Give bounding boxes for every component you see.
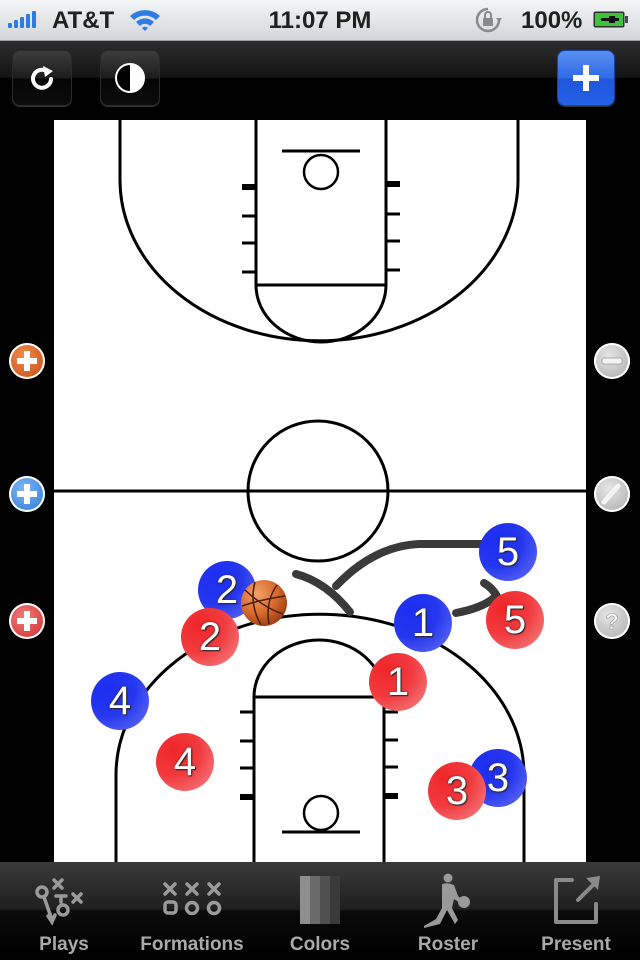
minus-icon <box>601 357 623 365</box>
player-marker-red[interactable]: 4 <box>156 733 214 791</box>
colors-icon <box>300 876 340 924</box>
wifi-icon <box>130 10 160 31</box>
add-button[interactable] <box>557 50 615 106</box>
add-ball-button[interactable] <box>9 343 45 379</box>
basketball-icon[interactable] <box>239 578 289 628</box>
present-icon <box>554 876 600 924</box>
question-icon: ? <box>605 609 619 635</box>
player-number: 2 <box>215 567 239 612</box>
screen-path-1[interactable] <box>332 540 488 590</box>
orientation-lock-icon <box>475 7 502 33</box>
battery-charging-icon <box>593 11 628 28</box>
add-blue-player-button[interactable] <box>9 476 45 512</box>
status-bar: AT&T 11:07 PM 100% <box>0 0 640 41</box>
tab-roster[interactable]: Roster <box>384 862 512 960</box>
tab-label: Colors <box>289 934 351 955</box>
contrast-button[interactable] <box>100 50 160 106</box>
redo-button[interactable] <box>12 50 72 106</box>
add-red-player-button[interactable] <box>9 603 45 639</box>
tab-label: Plays <box>39 934 89 955</box>
tab-formations[interactable]: Formations <box>128 862 256 960</box>
roster-icon <box>424 873 470 928</box>
player-marker-red[interactable]: 5 <box>486 591 544 649</box>
top-toolbar <box>0 41 640 113</box>
player-marker-red[interactable]: 2 <box>181 608 239 666</box>
tab-label: Roster <box>417 934 479 955</box>
player-number: 2 <box>198 614 222 659</box>
player-number: 3 <box>445 768 469 813</box>
tab-present[interactable]: Present <box>512 862 640 960</box>
contrast-icon <box>115 63 145 93</box>
tab-colors[interactable]: Colors <box>256 862 384 960</box>
signal-icon <box>8 10 36 28</box>
battery-percent: 100% <box>521 7 583 34</box>
plays-icon <box>35 878 83 926</box>
player-number: 4 <box>173 739 197 784</box>
player-marker-blue[interactable]: 4 <box>91 672 149 730</box>
pencil-icon <box>601 483 621 505</box>
player-marker-blue[interactable]: 5 <box>479 523 537 581</box>
draw-button[interactable] <box>594 476 630 512</box>
remove-button[interactable] <box>594 343 630 379</box>
player-number: 4 <box>108 678 132 723</box>
plus-icon <box>17 351 37 371</box>
player-marker-red[interactable]: 1 <box>369 653 427 711</box>
player-number: 1 <box>411 600 435 645</box>
player-number: 1 <box>386 659 410 704</box>
player-marker-red[interactable]: 3 <box>428 762 486 820</box>
tab-plays[interactable]: Plays <box>0 862 128 960</box>
player-number: 3 <box>486 755 510 800</box>
plus-icon <box>573 65 599 91</box>
refresh-icon <box>31 66 53 90</box>
carrier-label: AT&T <box>52 7 115 34</box>
plus-icon <box>17 484 37 504</box>
tab-label: Formations <box>140 934 244 955</box>
player-number: 5 <box>503 597 527 642</box>
plus-icon <box>17 611 37 631</box>
player-marker-blue[interactable]: 1 <box>394 594 452 652</box>
formations-icon <box>163 882 222 916</box>
svg-text:?: ? <box>605 609 618 634</box>
player-number: 5 <box>496 529 520 574</box>
tab-label: Present <box>541 934 611 955</box>
help-button[interactable]: ? <box>594 603 630 639</box>
tab-bar: Plays Formations Colors Roster Present <box>0 862 640 960</box>
